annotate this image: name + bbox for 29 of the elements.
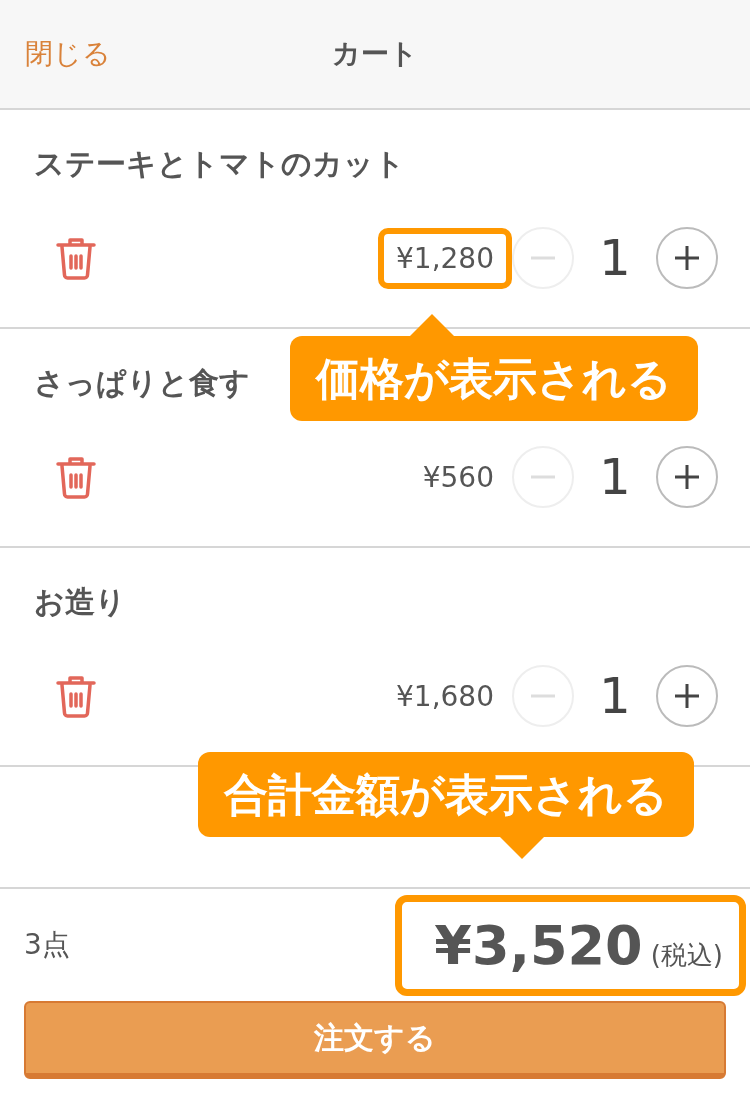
item-name: ステーキとトマトのカット bbox=[33, 145, 405, 183]
pointer-icon bbox=[500, 837, 544, 860]
delete-button[interactable] bbox=[56, 236, 96, 280]
item-price: ¥1,280 bbox=[378, 227, 512, 289]
trash-icon bbox=[56, 236, 96, 280]
plus-icon bbox=[672, 681, 702, 711]
close-link[interactable]: 閉じる bbox=[25, 35, 111, 73]
quantity: 1 bbox=[598, 667, 632, 725]
quantity: 1 bbox=[598, 229, 632, 287]
item-name: さっぱりと食す bbox=[33, 364, 250, 402]
trash-icon bbox=[56, 455, 96, 499]
item-price: ¥560 bbox=[421, 459, 495, 496]
item-count: 3点 bbox=[24, 927, 70, 963]
item-name: お造り bbox=[33, 583, 126, 621]
minus-icon bbox=[528, 475, 558, 479]
quantity: 1 bbox=[598, 448, 632, 506]
trash-icon bbox=[56, 674, 96, 718]
screen-title: カート bbox=[332, 36, 418, 72]
tax-note: (税込) bbox=[650, 938, 723, 972]
delete-button[interactable] bbox=[56, 674, 96, 718]
order-button[interactable]: 注文する bbox=[24, 1001, 726, 1079]
pointer-icon bbox=[410, 314, 454, 336]
item-price: ¥1,680 bbox=[395, 678, 495, 715]
plus-icon bbox=[672, 462, 702, 492]
minus-icon bbox=[528, 256, 558, 260]
minus-icon bbox=[528, 694, 558, 698]
delete-button[interactable] bbox=[56, 455, 96, 499]
total-price: ¥3,520 bbox=[434, 913, 643, 977]
plus-icon bbox=[672, 243, 702, 273]
